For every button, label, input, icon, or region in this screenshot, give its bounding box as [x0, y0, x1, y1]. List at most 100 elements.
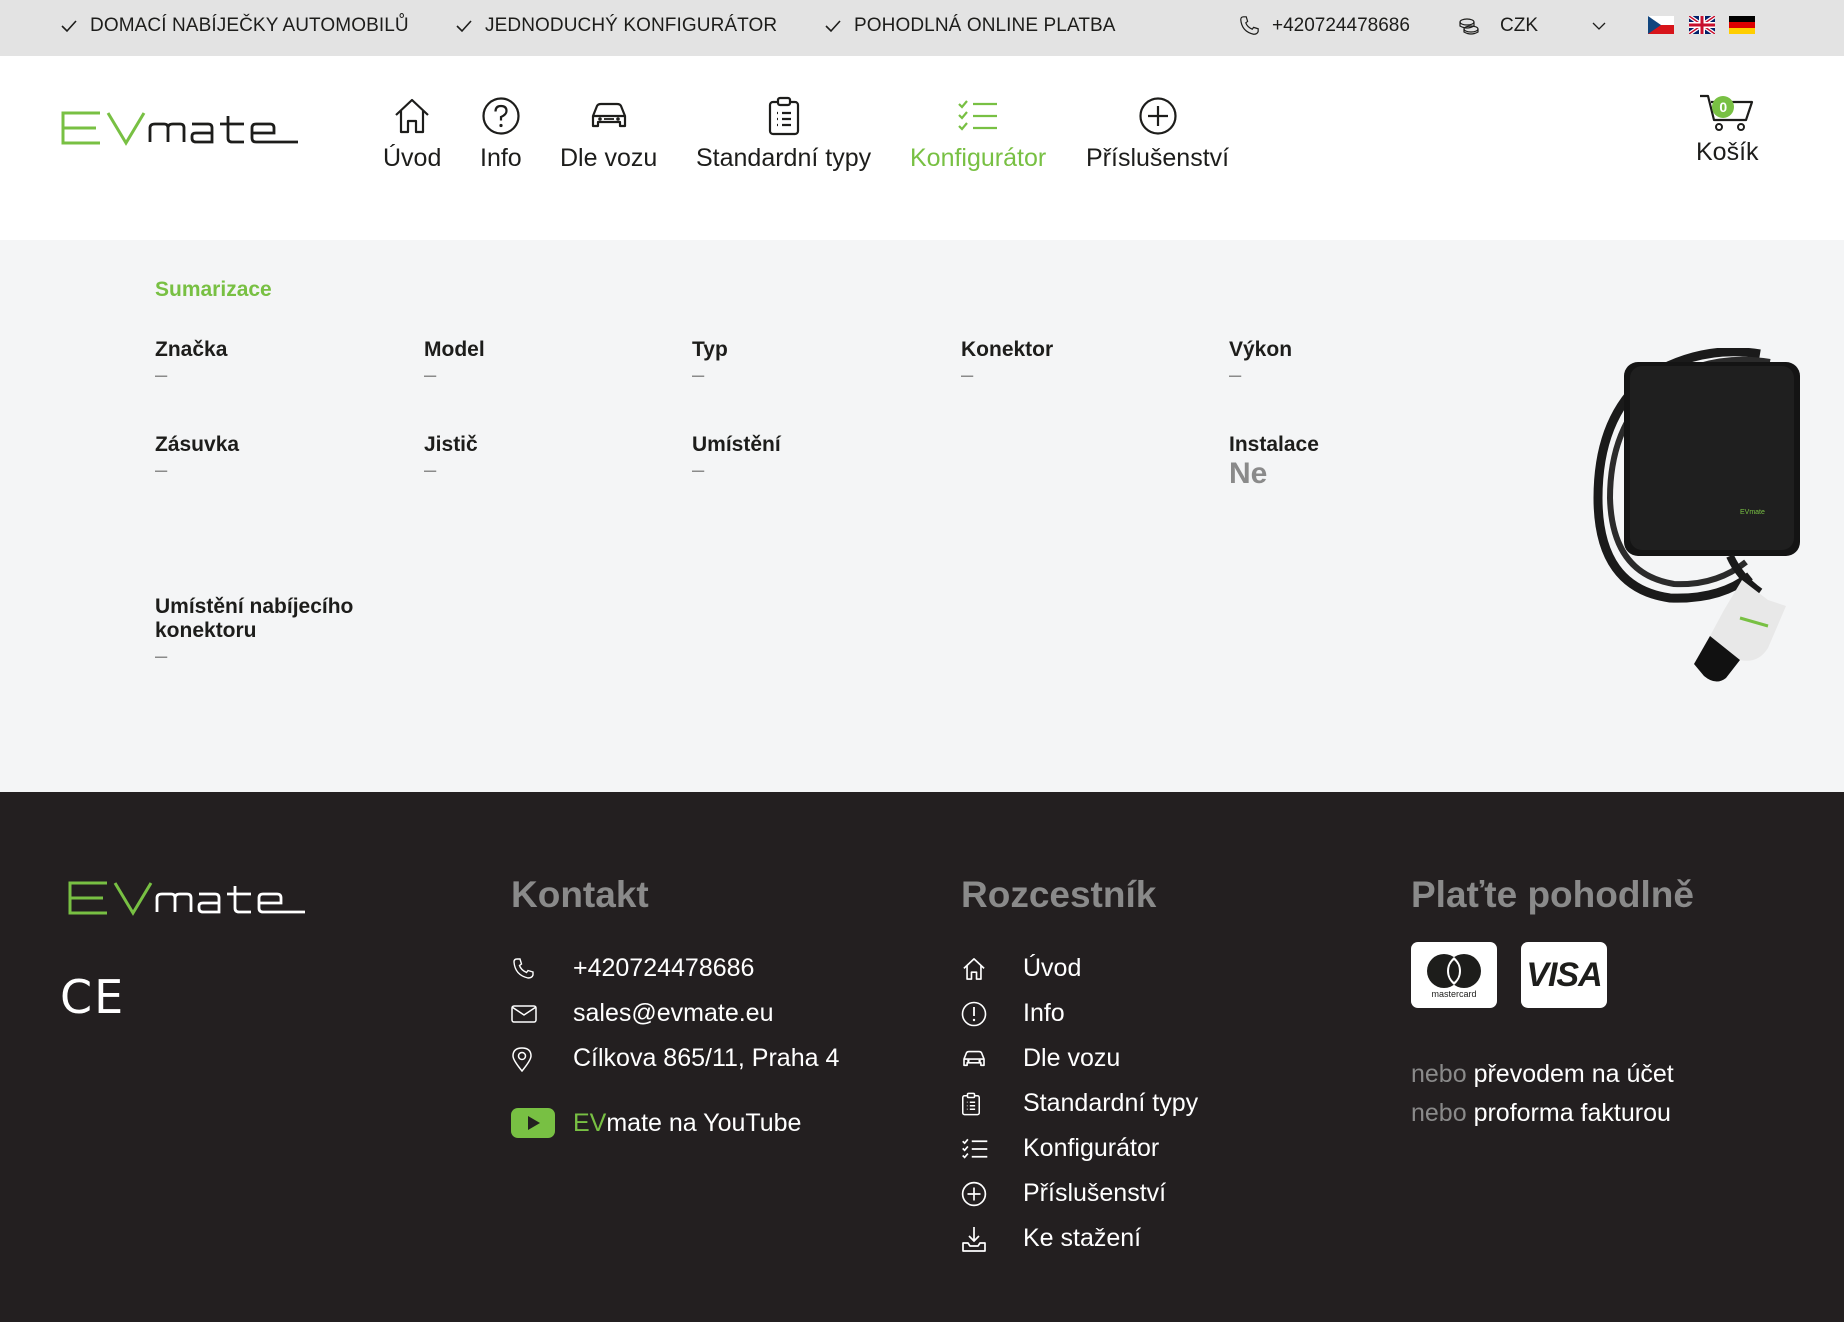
- youtube-brand: EV: [573, 1108, 607, 1137]
- currency-value: CZK: [1500, 15, 1538, 36]
- currency-select[interactable]: CZK: [1458, 0, 1606, 52]
- chevron-down-icon: [1592, 22, 1606, 30]
- payment-option-transfer: nebo převodem na účet: [1411, 1060, 1674, 1089]
- de-flag-icon[interactable]: [1729, 16, 1755, 34]
- ce-mark: CE: [60, 970, 126, 1024]
- question-icon: [482, 97, 520, 135]
- footer-nav-label: Ke stažení: [1023, 1224, 1142, 1252]
- nav-label: Příslušenství: [1086, 144, 1230, 172]
- footer-nav-label: Příslušenství: [1023, 1179, 1167, 1207]
- coins-icon: [1459, 18, 1479, 35]
- footer-nav-label: Úvod: [1023, 954, 1082, 982]
- footer-nav-label: Dle vozu: [1023, 1044, 1121, 1072]
- cs-flag-icon[interactable]: [1648, 16, 1674, 34]
- mastercard-logo: mastercard: [1411, 942, 1497, 1008]
- topbar-phone-link[interactable]: +420724478686: [1238, 0, 1410, 52]
- summary-field-model: Model –: [424, 338, 674, 388]
- car-icon: [591, 102, 626, 128]
- field-label: Jistič: [424, 433, 478, 456]
- field-label: Zásuvka: [155, 433, 240, 456]
- field-label: Umístění: [692, 433, 781, 456]
- nav-item-dle-vozu[interactable]: Dle vozu: [560, 90, 657, 173]
- field-value: –: [1229, 362, 1242, 387]
- plus-circle-icon: [961, 1181, 987, 1206]
- cart-label: Košík: [1696, 138, 1759, 166]
- usp-item: POHODLNÁ ONLINE PLATBA: [824, 0, 1116, 52]
- mail-icon: [511, 1004, 537, 1023]
- nav-item-info[interactable]: Info: [480, 90, 522, 173]
- footer-nav-standardni-typy[interactable]: Standardní typy: [961, 1089, 1198, 1118]
- en-flag-icon[interactable]: [1689, 16, 1715, 34]
- nav-label: Úvod: [383, 144, 442, 172]
- field-value: –: [155, 643, 168, 668]
- cart-button[interactable]: 0 Košík: [1696, 92, 1759, 167]
- contact-email-link[interactable]: sales@evmate.eu: [511, 999, 773, 1028]
- usp-item: DOMACÍ NABÍJEČKY AUTOMOBILŮ: [60, 0, 409, 52]
- check-icon: [825, 20, 841, 33]
- topbar-phone: +420724478686: [1272, 15, 1410, 36]
- summary-field-zasuvka: Zásuvka –: [155, 433, 405, 483]
- summary-field-umisteni-konektoru: Umístění nabíjecího konektoru –: [155, 595, 385, 669]
- field-label: Model: [424, 338, 485, 361]
- nav-item-standardni-typy[interactable]: Standardní typy: [696, 90, 871, 173]
- payment-option-proforma: nebo proforma fakturou: [1411, 1099, 1671, 1128]
- summary-panel: Sumarizace Značka – Model – Typ – Konekt…: [0, 240, 1844, 792]
- summary-title: Sumarizace: [155, 278, 272, 301]
- checklist-icon: [962, 1138, 988, 1159]
- payment-heading: Plaťte pohodlně: [1411, 874, 1694, 915]
- sitemap-heading: Rozcestník: [961, 874, 1157, 915]
- youtube-label: mate na YouTube: [606, 1108, 802, 1137]
- summary-field-konektor: Konektor –: [961, 338, 1211, 388]
- field-label: Konektor: [961, 338, 1054, 361]
- footer-nav-konfigurator[interactable]: Konfigurátor: [961, 1134, 1159, 1163]
- mastercard-label: mastercard: [1431, 989, 1477, 999]
- footer-nav-prislusenstvi[interactable]: Příslušenství: [961, 1179, 1166, 1208]
- summary-field-umisteni: Umístění –: [692, 433, 942, 483]
- footer-nav-dle-vozu[interactable]: Dle vozu: [961, 1044, 1120, 1073]
- field-value: –: [155, 457, 168, 482]
- summary-field-znacka: Značka –: [155, 338, 405, 388]
- home-icon: [395, 98, 429, 134]
- contact-heading: Kontakt: [511, 874, 649, 915]
- check-icon: [456, 20, 472, 33]
- youtube-link[interactable]: EVmate na YouTube: [511, 1108, 801, 1138]
- nav-label: Dle vozu: [560, 144, 658, 172]
- usp-item: JEDNODUCHÝ KONFIGURÁTOR: [455, 0, 777, 52]
- summary-field-jistic: Jistič –: [424, 433, 674, 483]
- field-label: Výkon: [1229, 338, 1293, 361]
- contact-email: sales@evmate.eu: [573, 999, 774, 1027]
- clipboard-icon: [768, 96, 799, 136]
- charger-brand-text: EVmate: [1740, 509, 1765, 516]
- download-icon: [962, 1226, 986, 1252]
- nav-item-prislusenstvi[interactable]: Příslušenství: [1086, 90, 1229, 173]
- nav-label: Info: [480, 144, 522, 172]
- contact-phone: +420724478686: [573, 954, 755, 982]
- payment-option-label: proforma fakturou: [1473, 1099, 1671, 1127]
- summary-field-instalace: Instalace Ne: [1229, 433, 1479, 491]
- checklist-icon: [958, 100, 998, 131]
- field-value: –: [692, 457, 705, 482]
- phone-icon: [513, 957, 534, 979]
- footer-nav-ke-stazeni[interactable]: Ke stažení: [961, 1224, 1141, 1253]
- field-value: –: [692, 362, 705, 387]
- contact-phone-link[interactable]: +420724478686: [511, 954, 754, 983]
- nav-item-konfigurator[interactable]: Konfigurátor: [910, 90, 1046, 173]
- field-label: Typ: [692, 338, 728, 361]
- clipboard-icon: [962, 1092, 980, 1115]
- usp-label: POHODLNÁ ONLINE PLATBA: [854, 15, 1116, 36]
- summary-field-vykon: Výkon –: [1229, 338, 1479, 388]
- usp-label: DOMACÍ NABÍJEČKY AUTOMOBILŮ: [90, 15, 409, 36]
- nav-label: Konfigurátor: [910, 144, 1047, 172]
- field-label: Instalace: [1229, 433, 1319, 456]
- logo[interactable]: [60, 108, 300, 153]
- footer-nav-info[interactable]: Info: [961, 999, 1065, 1028]
- map-pin-icon: [512, 1046, 532, 1072]
- check-icon: [61, 20, 77, 33]
- field-value: –: [961, 362, 974, 387]
- info-icon: [961, 1001, 987, 1026]
- footer-nav-uvod[interactable]: Úvod: [961, 954, 1081, 983]
- contact-address-text: Cílkova 865/11, Praha 4: [573, 1044, 840, 1072]
- nav-item-uvod[interactable]: Úvod: [383, 90, 441, 173]
- footer-logo[interactable]: [60, 878, 314, 923]
- field-value: –: [155, 362, 168, 387]
